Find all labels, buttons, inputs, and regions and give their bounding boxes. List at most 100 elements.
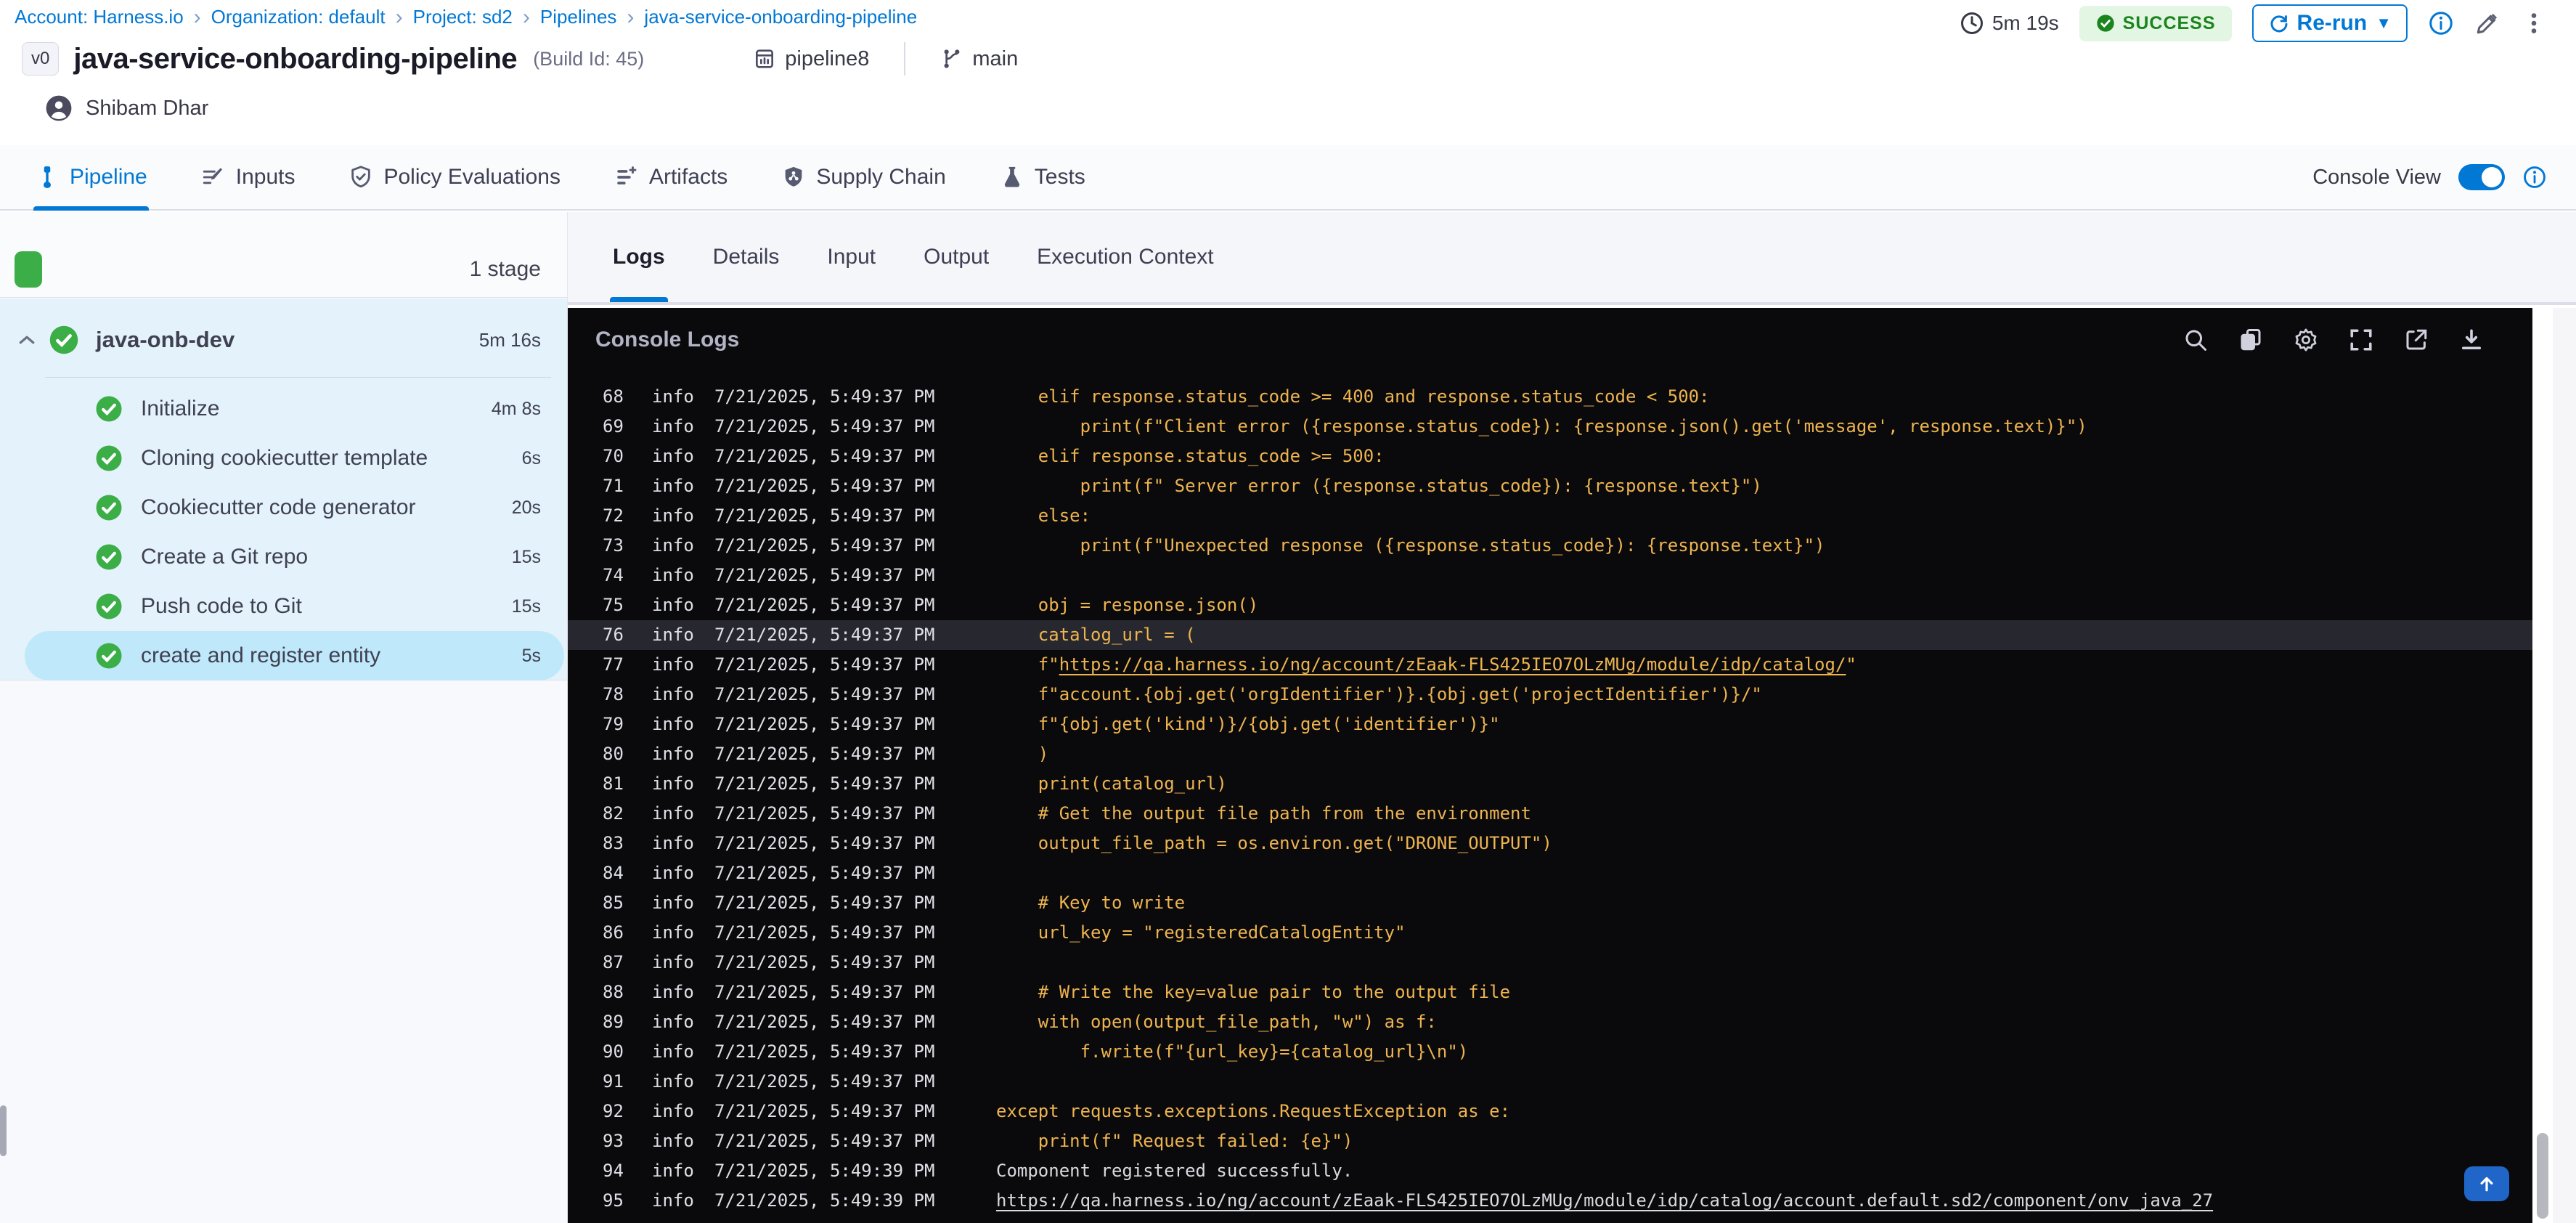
step-row[interactable]: Cloning cookiecutter template 6s	[0, 434, 567, 483]
scroll-to-top-button[interactable]	[2464, 1166, 2509, 1201]
kebab-menu-icon[interactable]	[2521, 10, 2547, 36]
breadcrumb-link[interactable]: Account: Harness.io	[15, 6, 184, 28]
detail-tab-logs[interactable]: Logs	[610, 212, 668, 302]
log-row: 81 info 7/21/2025, 5:49:37 PM print(catalo…	[568, 769, 2532, 799]
step-row[interactable]: Initialize 4m 8s	[0, 384, 567, 434]
step-row[interactable]: create and register entity 5s	[0, 631, 567, 680]
log-level: info	[652, 952, 694, 972]
avatar	[45, 94, 73, 122]
log-level: info	[652, 833, 694, 853]
info-icon[interactable]	[2428, 10, 2454, 36]
log-line-number: 78	[603, 684, 624, 704]
console-scrollbar-thumb[interactable]	[2537, 1133, 2548, 1219]
step-success-icon	[94, 641, 123, 670]
log-level: info	[652, 654, 694, 675]
log-message: print(f"Unexpected response ({response.s…	[996, 535, 1825, 556]
rerun-button[interactable]: Re-run ▼	[2251, 4, 2408, 42]
log-message: elif response.status_code >= 500:	[996, 446, 1385, 466]
tab-artifacts[interactable]: Artifacts	[614, 145, 727, 209]
detail-tab-details[interactable]: Details	[710, 212, 783, 302]
settings-icon[interactable]	[2293, 327, 2319, 353]
log-message: f"{obj.get('kind')}/{obj.get('identifier…	[996, 714, 1500, 734]
execution-duration: 5m 19s	[1959, 10, 2059, 36]
breadcrumb-link[interactable]: java-service-onboarding-pipeline	[644, 6, 917, 28]
tab-policy-evaluations[interactable]: Policy Evaluations	[349, 145, 561, 209]
log-row: 71 info 7/21/2025, 5:49:37 PM print(f" Ser…	[568, 471, 2532, 501]
step-row[interactable]: Cookiecutter code generator 20s	[0, 483, 567, 532]
step-duration: 20s	[511, 497, 541, 518]
download-icon[interactable]	[2458, 327, 2485, 353]
log-line-number: 91	[603, 1071, 624, 1092]
console-header: Console Logs	[568, 308, 2576, 372]
log-message: f"https://qa.harness.io/ng/account/zEaak…	[996, 654, 1856, 675]
breadcrumb-link[interactable]: Organization: default	[211, 6, 386, 28]
console-edge-strip	[2553, 308, 2576, 1223]
log-level: info	[652, 1012, 694, 1032]
detail-tab-output[interactable]: Output	[921, 212, 992, 302]
log-line-number: 76	[603, 625, 624, 645]
execution-detail-panel: Logs Details Input Output Execution Context …	[568, 212, 2576, 1223]
edit-pencil-icon[interactable]	[2474, 10, 2500, 36]
log-timestamp: 7/21/2025, 5:49:37 PM	[714, 714, 935, 734]
log-message: print(catalog_url)	[996, 773, 1227, 794]
breadcrumb-link[interactable]: Pipelines	[540, 6, 617, 28]
stage-count: 1 stage	[469, 257, 541, 281]
build-id: (Build Id: 45)	[533, 47, 645, 70]
tab-tests[interactable]: Tests	[1000, 145, 1085, 209]
log-link[interactable]: https://qa.harness.io/ng/account/zEaak-F…	[1059, 654, 1846, 675]
inputs-icon	[201, 165, 226, 190]
console-log-list: 68 info 7/21/2025, 5:49:37 PM elif respons…	[568, 382, 2532, 1216]
console-view-toggle[interactable]	[2458, 164, 2505, 190]
log-line-number: 87	[603, 952, 624, 972]
log-line-number: 70	[603, 446, 624, 466]
tab-pipeline[interactable]: Pipeline	[33, 145, 149, 211]
branch-info: main	[940, 47, 1018, 71]
fullscreen-icon[interactable]	[2348, 327, 2374, 353]
console-scrollbar[interactable]	[2532, 308, 2553, 1223]
breadcrumb-link[interactable]: Project: sd2	[413, 6, 513, 28]
log-row: 84 info 7/21/2025, 5:49:37 PM	[568, 858, 2532, 888]
log-level: info	[652, 863, 694, 883]
sidebar-scrollbar-thumb[interactable]	[0, 1105, 7, 1156]
console-view-info-icon[interactable]	[2522, 165, 2547, 190]
harness-pipeline-execution-page: Account: Harness.io › Organization: defaul…	[0, 0, 2576, 1223]
detail-tab-input[interactable]: Input	[824, 212, 879, 302]
log-link[interactable]: https://qa.harness.io/ng/account/zEaak-F…	[996, 1190, 2213, 1211]
log-timestamp: 7/21/2025, 5:49:37 PM	[714, 625, 935, 645]
execution-actions: 5m 19s SUCCESS Re-run ▼	[1959, 3, 2547, 44]
log-message: catalog_url = (	[996, 625, 1196, 645]
tab-inputs[interactable]: Inputs	[201, 145, 295, 209]
tab-label: Pipeline	[70, 165, 147, 189]
log-line-number: 73	[603, 535, 624, 556]
tab-supply-chain[interactable]: Supply Chain	[781, 145, 946, 209]
copy-icon[interactable]	[2238, 327, 2264, 353]
log-message: f"account.{obj.get('orgIdentifier')}.{ob…	[996, 684, 1762, 704]
log-row: 69 info 7/21/2025, 5:49:37 PM print(f"Clie…	[568, 412, 2532, 442]
log-timestamp: 7/21/2025, 5:49:37 PM	[714, 833, 935, 853]
log-timestamp: 7/21/2025, 5:49:37 PM	[714, 1041, 935, 1062]
creator-row: Shibam Dhar	[45, 94, 208, 122]
step-row[interactable]: Create a Git repo 15s	[0, 532, 567, 582]
stage-name: java-onb-dev	[96, 327, 235, 352]
artifacts-icon	[614, 165, 639, 190]
log-timestamp: 7/21/2025, 5:49:37 PM	[714, 863, 935, 883]
log-line-number: 81	[603, 773, 624, 794]
log-row: 72 info 7/21/2025, 5:49:37 PM else:	[568, 501, 2532, 531]
step-duration: 15s	[511, 596, 541, 617]
main-tabs: Pipeline Inputs Policy Evaluations Artifact…	[0, 145, 2576, 211]
stage-status-square[interactable]	[15, 251, 42, 288]
detail-tab-execution-context[interactable]: Execution Context	[1034, 212, 1216, 302]
log-message: print(f" Request failed: {e}")	[996, 1131, 1353, 1151]
step-success-icon	[94, 444, 123, 473]
log-timestamp: 7/21/2025, 5:49:37 PM	[714, 476, 935, 496]
duration-text: 5m 19s	[1992, 12, 2059, 34]
log-timestamp: 7/21/2025, 5:49:37 PM	[714, 386, 935, 407]
search-icon[interactable]	[2182, 327, 2209, 353]
step-row[interactable]: Push code to Git 15s	[0, 582, 567, 631]
stage-row[interactable]: java-onb-dev 5m 16s	[0, 314, 567, 365]
open-in-new-icon[interactable]	[2403, 327, 2429, 353]
log-row: 86 info 7/21/2025, 5:49:37 PM url_key = "r…	[568, 918, 2532, 948]
log-timestamp: 7/21/2025, 5:49:37 PM	[714, 565, 935, 585]
chevron-up-icon[interactable]	[16, 329, 38, 351]
step-name: Cookiecutter code generator	[141, 495, 416, 519]
